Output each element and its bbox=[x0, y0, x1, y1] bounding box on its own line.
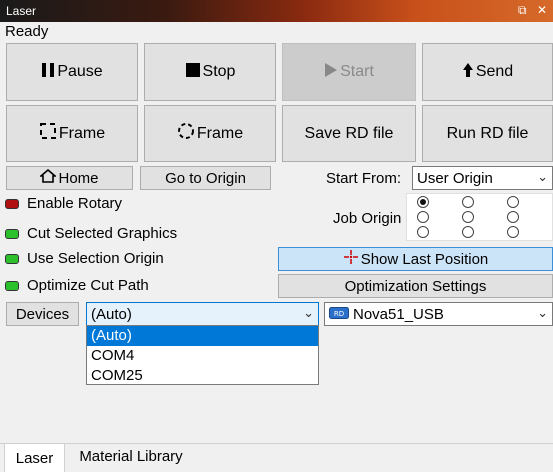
origin-radio-middle-right[interactable] bbox=[507, 211, 519, 223]
chevron-down-icon: ⌄ bbox=[537, 169, 548, 184]
enable-rotary-label: Enable Rotary bbox=[27, 195, 123, 212]
port-option-auto[interactable]: (Auto) bbox=[87, 326, 318, 346]
job-origin-label: Job Origin bbox=[333, 210, 402, 227]
devices-label: Devices bbox=[15, 305, 70, 323]
frame-circle-label: Frame bbox=[196, 124, 244, 142]
status-text: Ready bbox=[5, 23, 49, 40]
close-icon[interactable]: ✕ bbox=[537, 3, 547, 17]
port-select[interactable]: (Auto) ⌄ bbox=[86, 302, 319, 326]
stop-button[interactable]: Stop bbox=[144, 43, 276, 101]
start-button[interactable]: Start bbox=[282, 43, 416, 101]
tab-laser[interactable]: Laser bbox=[4, 443, 65, 472]
frame-rect-label: Frame bbox=[58, 124, 106, 142]
tab-material-library-label: Material Library bbox=[79, 448, 183, 465]
status-led-icon bbox=[5, 228, 19, 239]
stop-label: Stop bbox=[202, 63, 236, 80]
go-to-origin-label: Go to Origin bbox=[165, 169, 246, 187]
chevron-down-icon: ⌄ bbox=[537, 305, 548, 320]
tab-laser-label: Laser bbox=[15, 449, 54, 467]
device-select-value: Nova51_USB bbox=[353, 305, 444, 323]
use-selection-origin-label: Use Selection Origin bbox=[27, 250, 164, 267]
send-button[interactable]: Send bbox=[422, 43, 553, 101]
devices-button[interactable]: Devices bbox=[6, 302, 79, 326]
cut-selected-graphics-toggle[interactable]: Cut Selected Graphics bbox=[5, 225, 177, 242]
run-rd-button[interactable]: Run RD file bbox=[422, 105, 553, 162]
show-last-position-button[interactable]: Show Last Position bbox=[278, 247, 553, 271]
port-select-value: (Auto) bbox=[91, 305, 132, 323]
crosshair-icon bbox=[343, 249, 359, 269]
svg-text:RD: RD bbox=[334, 310, 344, 318]
home-button[interactable]: Home bbox=[6, 166, 133, 190]
frame-rect-button[interactable]: Frame bbox=[6, 105, 138, 162]
chevron-down-icon: ⌄ bbox=[303, 305, 314, 320]
port-dropdown-list: (Auto) COM4 COM25 bbox=[86, 325, 319, 385]
upload-arrow-icon bbox=[462, 62, 474, 83]
enable-rotary-toggle[interactable]: Enable Rotary bbox=[5, 195, 122, 212]
port-option-com25[interactable]: COM25 bbox=[87, 366, 318, 386]
play-icon bbox=[324, 62, 338, 83]
start-from-value: User Origin bbox=[417, 169, 493, 187]
pause-icon bbox=[41, 62, 55, 83]
frame-circle-button[interactable]: Frame bbox=[144, 105, 276, 162]
frame-circle-icon bbox=[177, 122, 195, 145]
rd-controller-icon: RD bbox=[329, 306, 349, 323]
origin-radio-bottom-center[interactable] bbox=[462, 226, 474, 238]
tab-material-library[interactable]: Material Library bbox=[68, 443, 194, 470]
send-label: Send bbox=[475, 63, 514, 80]
start-from-label: Start From: bbox=[326, 170, 402, 187]
start-label: Start bbox=[340, 63, 374, 80]
use-selection-origin-toggle[interactable]: Use Selection Origin bbox=[5, 250, 164, 267]
status-led-icon bbox=[5, 198, 19, 209]
run-rd-label: Run RD file bbox=[446, 124, 529, 142]
origin-radio-top-left[interactable] bbox=[417, 196, 429, 208]
optimization-settings-label: Optimization Settings bbox=[344, 277, 487, 295]
optimize-cut-path-toggle[interactable]: Optimize Cut Path bbox=[5, 277, 149, 294]
save-rd-button[interactable]: Save RD file bbox=[282, 105, 416, 162]
home-icon bbox=[39, 168, 58, 187]
stop-icon bbox=[185, 62, 201, 83]
origin-radio-middle-center[interactable] bbox=[462, 211, 474, 223]
origin-radio-middle-left[interactable] bbox=[417, 211, 429, 223]
start-from-select[interactable]: User Origin ⌄ bbox=[412, 166, 553, 190]
title-bar: Laser ⧉ ✕ bbox=[0, 0, 553, 22]
device-select[interactable]: RD Nova51_USB ⌄ bbox=[324, 302, 553, 326]
cut-selected-graphics-label: Cut Selected Graphics bbox=[27, 225, 178, 242]
port-option-com4[interactable]: COM4 bbox=[87, 346, 318, 366]
status-led-icon bbox=[5, 253, 19, 264]
origin-radio-top-right[interactable] bbox=[507, 196, 519, 208]
origin-radio-top-center[interactable] bbox=[462, 196, 474, 208]
frame-rectangle-icon bbox=[39, 122, 57, 145]
go-to-origin-button[interactable]: Go to Origin bbox=[140, 166, 271, 190]
show-last-position-label: Show Last Position bbox=[360, 250, 489, 268]
optimize-cut-path-label: Optimize Cut Path bbox=[27, 277, 149, 294]
pause-button[interactable]: Pause bbox=[6, 43, 138, 101]
job-origin-grid bbox=[406, 193, 553, 241]
home-label: Home bbox=[58, 169, 99, 187]
restore-icon[interactable]: ⧉ bbox=[518, 3, 527, 18]
origin-radio-bottom-left[interactable] bbox=[417, 226, 429, 238]
window-title: Laser bbox=[6, 4, 37, 18]
optimization-settings-button[interactable]: Optimization Settings bbox=[278, 274, 553, 298]
origin-radio-bottom-right[interactable] bbox=[507, 226, 519, 238]
pause-label: Pause bbox=[57, 63, 103, 80]
status-led-icon bbox=[5, 280, 19, 291]
save-rd-label: Save RD file bbox=[304, 124, 394, 142]
